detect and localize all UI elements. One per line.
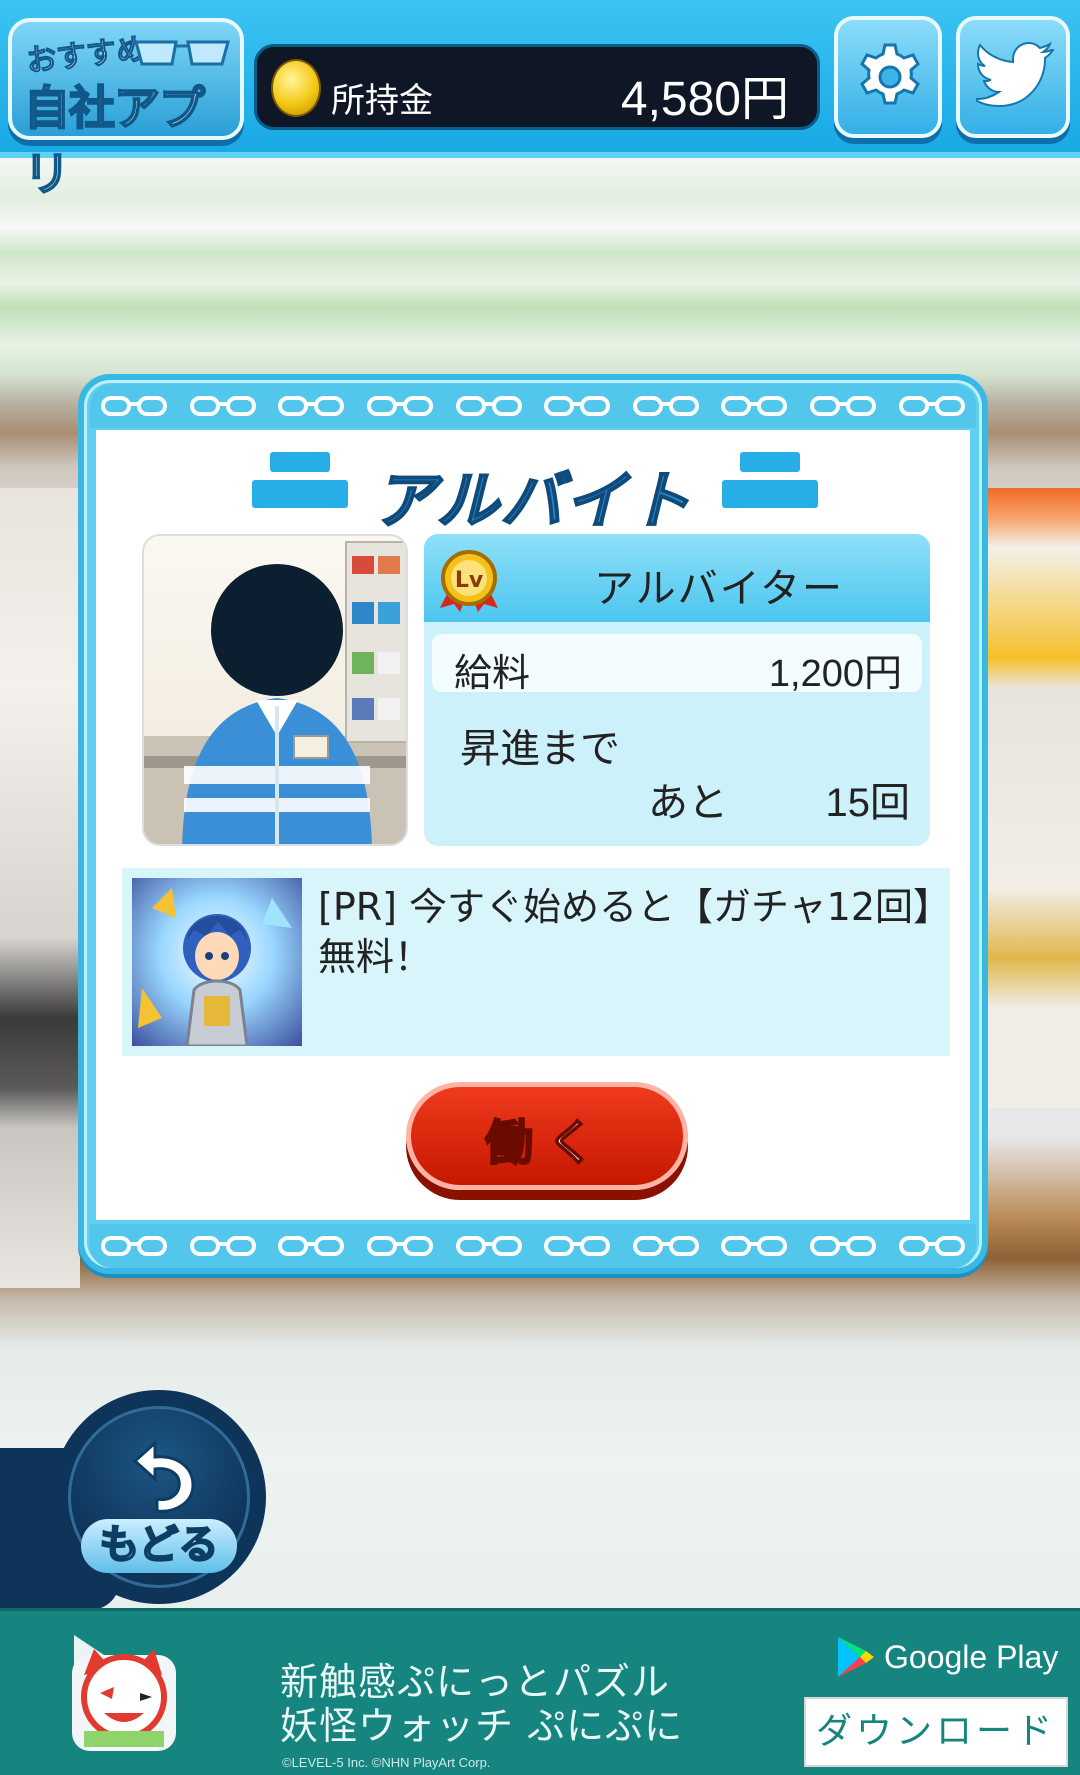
dialog-title-area: アルバイト (96, 450, 970, 538)
salary-label: 給料 (454, 651, 531, 695)
level-badge-text: Lv (455, 568, 484, 593)
google-play-label: Google Play (884, 1638, 1059, 1675)
twitter-bird-icon (976, 41, 1054, 108)
background-shelf-left (0, 488, 80, 1288)
salary-row: 給料 1,200円 (432, 634, 922, 695)
job-character-portrait (142, 534, 408, 846)
money-value: 4,580円 (620, 73, 789, 126)
ad-text: [PR] 今すぐ始めると【ガチャ12回】無料！ (318, 885, 933, 979)
google-play-icon (838, 1637, 874, 1677)
recommended-apps-label: 自社アプリ (23, 80, 206, 202)
google-play-badge: Google Play (836, 1635, 1058, 1679)
twitter-button[interactable] (956, 16, 1070, 138)
gear-icon (860, 43, 920, 105)
banner-copyright: ©LEVEL-5 Inc. ©NHN PlayArt Corp. (282, 1755, 491, 1770)
pr-ad-card[interactable]: [PR] 今すぐ始めると【ガチャ12回】無料！ (122, 868, 950, 1056)
app-icon-image (72, 1635, 176, 1751)
promotion-remaining-count: 15回 (825, 781, 911, 825)
background-shelf-right (985, 488, 1080, 1108)
part-time-job-dialog: アルバイト Lv アルバイター 給料 1,200円 昇進まで あと 15回 [P… (78, 374, 988, 1274)
download-button[interactable]: ダウンロード (804, 1697, 1068, 1767)
dialog-title: アルバイト (372, 463, 693, 538)
money-label: 所持金 (331, 81, 433, 121)
promotion-label: 昇進まで (460, 726, 620, 772)
return-arrow-icon (132, 1439, 195, 1513)
glasses-pattern-bottom (90, 1224, 976, 1268)
bottom-ad-banner[interactable]: 新触感ぷにっとパズル 妖怪ウォッチ ぷにぷに ©LEVEL-5 Inc. ©NH… (0, 1608, 1080, 1775)
level-badge-icon: Lv (440, 550, 498, 612)
salary-value: 1,200円 (768, 653, 902, 695)
back-button[interactable]: もどる (52, 1390, 266, 1604)
promotion-remaining-label: あと (648, 780, 728, 826)
money-display: 所持金 4,580円 (254, 44, 820, 130)
job-name: アルバイター (594, 566, 844, 612)
work-button-label: 働く (484, 1114, 609, 1172)
coin-icon (271, 59, 321, 117)
settings-button[interactable] (834, 16, 942, 138)
glasses-pattern-top (90, 384, 976, 428)
banner-headline-2: 妖怪ウォッチ ぷにぷに (280, 1704, 684, 1748)
ad-thumbnail-image (132, 878, 302, 1046)
recommended-apps-button[interactable]: おすすめ 自社アプリ (8, 18, 244, 202)
work-button[interactable]: 働く (406, 1082, 688, 1190)
dialog-body: アルバイト Lv アルバイター 給料 1,200円 昇進まで あと 15回 [P… (96, 430, 970, 1220)
back-button-face: もどる (68, 1406, 250, 1588)
glasses-icon (134, 40, 230, 66)
clerk-silhouette-image (144, 541, 406, 844)
counter-decoration-right (722, 452, 818, 508)
job-info-card: Lv アルバイター 給料 1,200円 昇進まで あと 15回 (424, 534, 930, 846)
top-bar: おすすめ 自社アプリ 所持金 4,580円 (0, 0, 1080, 202)
job-header: Lv アルバイター (424, 534, 930, 622)
back-button-label: もどる (81, 1519, 237, 1573)
